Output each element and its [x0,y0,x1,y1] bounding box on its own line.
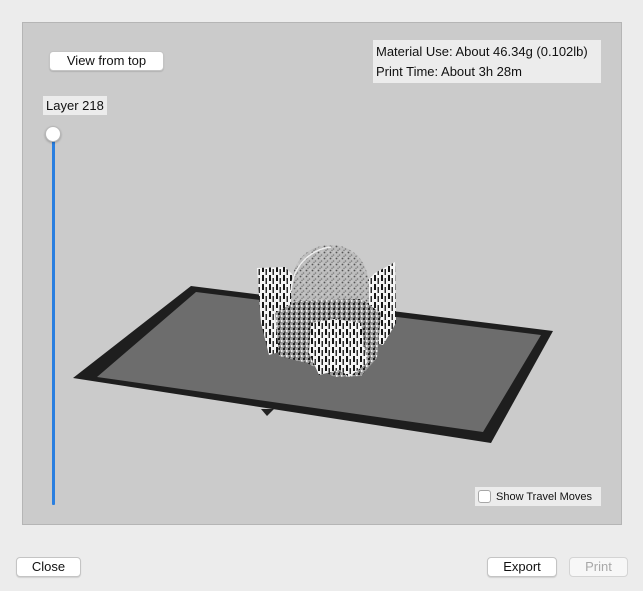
print-time-text: Print Time: About 3h 28m [376,64,522,79]
layer-slider-track[interactable] [52,135,55,505]
export-button[interactable]: Export [487,557,557,577]
show-travel-moves-toggle[interactable]: Show Travel Moves [475,487,601,506]
preview-scene[interactable] [23,23,622,525]
close-button[interactable]: Close [16,557,81,577]
layer-label: Layer 218 [43,96,107,115]
preview-viewport[interactable]: View from top Material Use: About 46.34g… [22,22,622,525]
print-stats-panel: Material Use: About 46.34g (0.102lb) Pri… [373,40,601,83]
show-travel-moves-label[interactable]: Show Travel Moves [496,491,592,503]
print-button: Print [569,557,628,577]
show-travel-moves-checkbox[interactable] [478,490,491,503]
view-from-top-button[interactable]: View from top [49,51,164,71]
print-preview-dialog: View from top Material Use: About 46.34g… [0,0,643,591]
material-use-text: Material Use: About 46.34g (0.102lb) [376,44,588,59]
layer-slider-handle[interactable] [45,126,61,142]
